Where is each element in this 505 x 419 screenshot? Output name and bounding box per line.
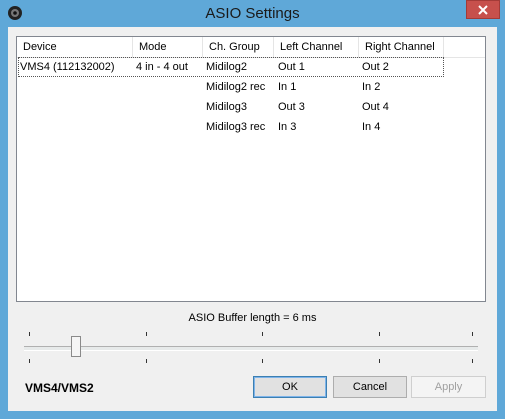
cell-right-channel: In 4 xyxy=(362,121,381,133)
column-header-mode[interactable]: Mode xyxy=(133,37,203,57)
slider-tick xyxy=(472,332,473,336)
asio-settings-window: ASIO Settings Device Mode Ch. Group Left… xyxy=(0,0,505,419)
column-header-device[interactable]: Device xyxy=(17,37,133,57)
list-row[interactable]: VMS4 (112132002) 4 in - 4 out Midilog2 O… xyxy=(17,57,485,77)
cell-left-channel: In 1 xyxy=(278,81,297,93)
cell-ch-group: Midilog2 xyxy=(206,61,247,73)
cell-left-channel: In 3 xyxy=(278,121,297,133)
slider-tick xyxy=(29,359,30,363)
window-title: ASIO Settings xyxy=(205,5,300,22)
slider-tick xyxy=(262,332,263,336)
cell-right-channel: Out 4 xyxy=(362,101,389,113)
close-button[interactable] xyxy=(466,0,500,19)
cell-right-channel: Out 2 xyxy=(362,61,389,73)
column-header-left-channel[interactable]: Left Channel xyxy=(274,37,359,57)
cell-right-channel: In 2 xyxy=(362,81,381,93)
cell-left-channel: Out 3 xyxy=(278,101,305,113)
channel-list[interactable]: Device Mode Ch. Group Left Channel Right… xyxy=(16,36,486,302)
column-header-ch-group[interactable]: Ch. Group xyxy=(203,37,274,57)
slider-tick xyxy=(379,359,380,363)
cell-ch-group: Midilog2 rec xyxy=(206,81,266,93)
column-header-right-channel[interactable]: Right Channel xyxy=(359,37,444,57)
slider-tick xyxy=(472,359,473,363)
buffer-length-slider[interactable] xyxy=(22,330,480,366)
slider-thumb[interactable] xyxy=(71,336,82,357)
buffer-length-label: ASIO Buffer length = 6 ms xyxy=(188,312,317,324)
list-row[interactable]: Midilog2 rec In 1 In 2 xyxy=(17,77,485,97)
ok-button[interactable]: OK xyxy=(253,376,327,398)
cancel-button[interactable]: Cancel xyxy=(333,376,407,398)
cell-mode: 4 in - 4 out xyxy=(136,61,188,73)
window-border-left xyxy=(0,27,8,419)
list-row[interactable]: Midilog3 Out 3 Out 4 xyxy=(17,97,485,117)
list-row[interactable]: Midilog3 rec In 3 In 4 xyxy=(17,117,485,137)
cell-ch-group: Midilog3 xyxy=(206,101,247,113)
cell-left-channel: Out 1 xyxy=(278,61,305,73)
cell-ch-group: Midilog3 rec xyxy=(206,121,266,133)
slider-tick xyxy=(146,332,147,336)
apply-button[interactable]: Apply xyxy=(411,376,486,398)
window-border-bottom xyxy=(0,411,505,419)
close-icon xyxy=(478,5,488,15)
slider-tick xyxy=(262,359,263,363)
slider-tick xyxy=(29,332,30,336)
slider-track[interactable] xyxy=(24,346,478,351)
product-name: VMS4/VMS2 xyxy=(25,381,94,395)
slider-tick xyxy=(146,359,147,363)
title-bar[interactable]: ASIO Settings xyxy=(0,0,505,27)
window-border-right xyxy=(497,27,505,419)
list-header: Device Mode Ch. Group Left Channel Right… xyxy=(17,37,485,58)
cell-device: VMS4 (112132002) xyxy=(20,61,115,73)
slider-tick xyxy=(379,332,380,336)
